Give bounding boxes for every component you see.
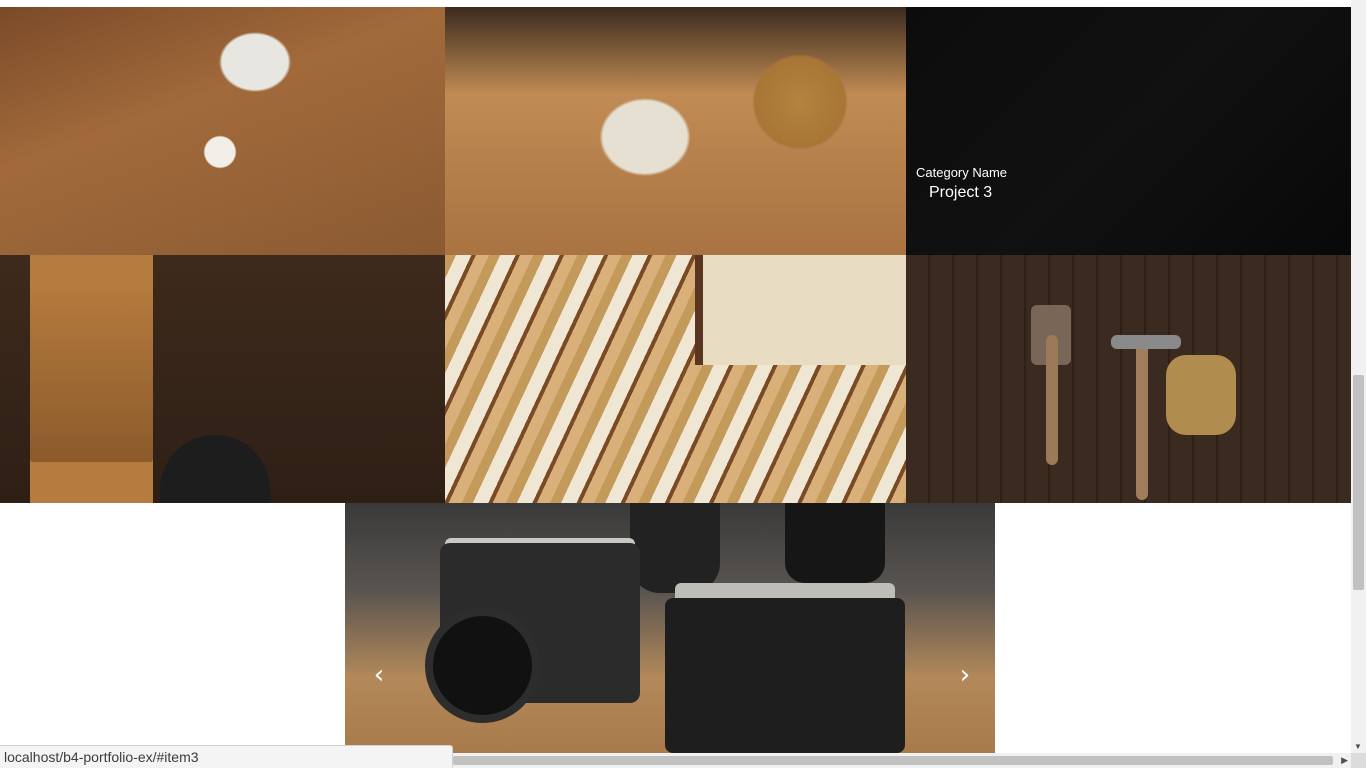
category-name: Category Name	[916, 165, 1008, 180]
vertical-scrollbar[interactable]: ▼	[1351, 0, 1366, 753]
portfolio-image	[445, 7, 906, 255]
scrollbar-thumb[interactable]	[453, 756, 1333, 765]
project-title[interactable]: Project 3	[916, 184, 1007, 202]
carousel: ‹ ›	[345, 503, 995, 753]
chevron-left-icon[interactable]: ‹	[367, 662, 391, 688]
portfolio-item-4[interactable]	[0, 255, 445, 503]
glove-shape	[1166, 355, 1236, 435]
scroll-right-icon[interactable]: ▶	[1341, 755, 1348, 766]
lens-shape	[630, 503, 720, 593]
scrollbar-thumb[interactable]	[1353, 375, 1364, 590]
status-bar-url: localhost/b4-portfolio-ex/#item3	[0, 745, 453, 768]
portfolio-image	[0, 255, 445, 503]
portfolio-image	[0, 7, 445, 255]
portfolio-item-2[interactable]	[445, 7, 906, 255]
axe-handle-shape	[1046, 335, 1058, 465]
crate-shape	[695, 255, 906, 365]
cutting-board-shape	[30, 290, 153, 462]
scroll-down-icon[interactable]: ▼	[1354, 742, 1362, 751]
lens-shape	[785, 503, 885, 583]
portfolio-item-1[interactable]	[0, 7, 445, 255]
portfolio-item-5[interactable]	[445, 255, 906, 503]
portfolio-image	[906, 255, 1351, 503]
pan-shape	[160, 435, 270, 503]
hammer-handle-shape	[1136, 335, 1148, 500]
camera-shape	[665, 598, 905, 753]
portfolio-image	[445, 255, 906, 503]
hammer-head-shape	[1111, 335, 1181, 349]
hover-overlay	[906, 7, 1351, 255]
lens-shape	[425, 608, 540, 723]
portfolio-item-6[interactable]	[906, 255, 1351, 503]
top-strip	[0, 0, 1351, 7]
chevron-right-icon[interactable]: ›	[953, 662, 977, 688]
scrollbar-corner	[1351, 753, 1366, 768]
portfolio-caption: Category Name Project 3	[916, 165, 1007, 202]
portfolio-item-3[interactable]: Category Name Project 3	[906, 7, 1351, 255]
page: Category Name Project 3 ‹ › ▼ ▶ localhos…	[0, 0, 1366, 768]
